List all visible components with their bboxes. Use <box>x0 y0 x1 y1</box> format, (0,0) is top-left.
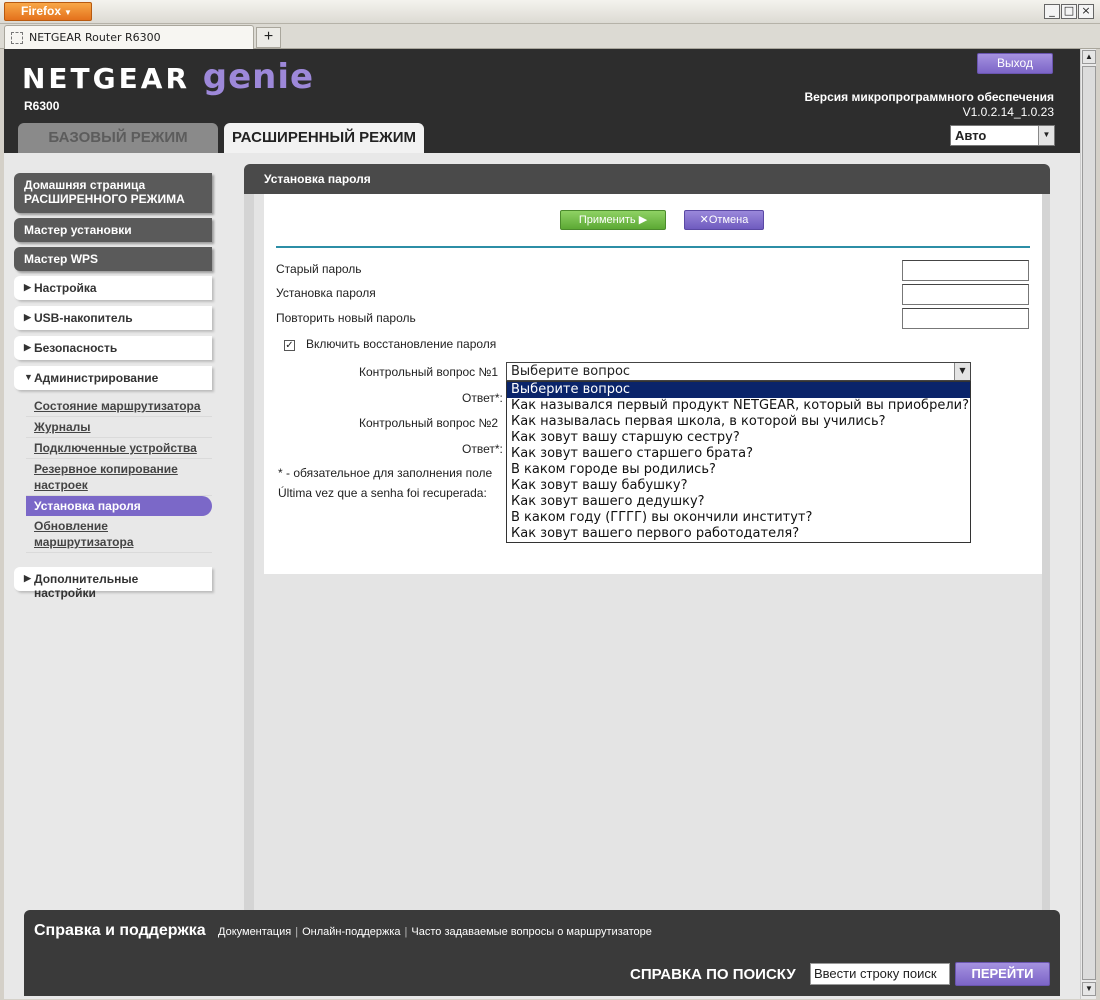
question1-select[interactable]: Выберите вопрос ▼ <box>506 362 971 381</box>
question1-dropdown-list: Выберите вопрос Как назывался первый про… <box>506 381 971 543</box>
submenu-logs[interactable]: Журналы <box>26 417 212 438</box>
scroll-down-icon[interactable]: ▼ <box>1082 982 1096 996</box>
netgear-genie-logo: NETGEAR genie <box>22 57 315 97</box>
question2-label: Контрольный вопрос №2 <box>359 416 499 430</box>
cancel-button[interactable]: ✕Отмена <box>684 210 764 230</box>
sidebar-item-administration[interactable]: ▼ Администрирование <box>14 366 212 390</box>
chevron-down-icon: ▼ <box>954 363 970 380</box>
admin-submenu: Состояние маршрутизатора Журналы Подключ… <box>26 396 212 553</box>
link-online-support[interactable]: Онлайн-поддержка <box>302 926 400 938</box>
dropdown-option[interactable]: В каком году (ГГГГ) вы окончили институт… <box>507 510 970 526</box>
close-icon[interactable]: × <box>1078 4 1094 19</box>
submenu-set-password[interactable]: Установка пароля <box>26 496 212 516</box>
tab-title: NETGEAR Router R6300 <box>29 31 161 44</box>
question1-label: Контрольный вопрос №1 <box>359 365 499 379</box>
new-tab-button[interactable]: + <box>256 27 281 48</box>
search-go-button[interactable]: ПЕРЕЙТИ <box>955 962 1050 986</box>
firmware-version: V1.0.2.14_1.0.23 <box>962 105 1054 119</box>
sidebar-item-usb[interactable]: ▶ USB-накопитель <box>14 306 212 330</box>
router-header: NETGEAR genie R6300 Выход Версия микропр… <box>4 49 1080 153</box>
submenu-router-update[interactable]: Обновление маршрутизатора <box>26 516 212 553</box>
sidebar-item-advanced-setup[interactable]: ▶ Дополнительные настройки <box>14 567 212 600</box>
help-title: Справка и поддержка <box>34 922 206 939</box>
last-recovered-label: Última vez que a senha foi recuperada: <box>278 486 487 500</box>
submenu-attached-devices[interactable]: Подключенные устройства <box>26 438 212 459</box>
answer2-label: Ответ*: <box>462 442 503 456</box>
sidebar-item-advanced-home[interactable]: Домашняя страница РАСШИРЕННОГО РЕЖИМА <box>14 173 212 213</box>
form-area: Применить ▶ ✕Отмена Старый пароль Устано… <box>264 194 1042 574</box>
dropdown-option[interactable]: В каком городе вы родились? <box>507 462 970 478</box>
sidebar-item-security[interactable]: ▶ Безопасность <box>14 336 212 360</box>
old-password-field[interactable] <box>902 260 1029 281</box>
router-model: R6300 <box>24 99 60 113</box>
firefox-menu-button[interactable]: Firefox ▼ <box>4 2 92 21</box>
answer1-label: Ответ*: <box>462 391 503 405</box>
dropdown-option[interactable]: Как называлась первая школа, в которой в… <box>507 414 970 430</box>
play-icon: ▶ <box>638 214 648 226</box>
chevron-down-icon: ▼ <box>64 8 72 17</box>
dropdown-option[interactable]: Как зовут вашего первого работодателя? <box>507 526 970 542</box>
triangle-right-icon: ▶ <box>24 312 31 322</box>
enable-recovery-label: Включить восстановление пароля <box>306 337 497 351</box>
new-password-label: Установка пароля <box>276 286 376 300</box>
close-icon: ✕ <box>699 214 709 226</box>
divider <box>276 246 1030 248</box>
submenu-router-status[interactable]: Состояние маршрутизатора <box>26 396 212 417</box>
vertical-scrollbar[interactable]: ▲ ▼ <box>1080 49 1096 999</box>
page-title: Установка пароля <box>244 164 1050 194</box>
sidebar: Домашняя страница РАСШИРЕННОГО РЕЖИМА Ма… <box>14 173 212 600</box>
minimize-icon[interactable]: _ <box>1044 4 1060 19</box>
checkmark-icon: ✓ <box>285 340 294 351</box>
maximize-icon[interactable]: □ <box>1061 4 1077 19</box>
tab-basic-mode[interactable]: БАЗОВЫЙ РЕЖИМ <box>18 123 218 153</box>
link-documentation[interactable]: Документация <box>218 926 291 938</box>
browser-tab[interactable]: NETGEAR Router R6300 <box>4 25 254 49</box>
new-password-field[interactable] <box>902 284 1029 305</box>
logout-button[interactable]: Выход <box>977 53 1053 74</box>
triangle-right-icon: ▶ <box>24 573 31 583</box>
apply-button[interactable]: Применить ▶ <box>560 210 666 230</box>
triangle-right-icon: ▶ <box>24 342 31 352</box>
required-note: * - обязательное для заполнения поле <box>278 466 493 480</box>
browser-tabbar: NETGEAR Router R6300 + <box>0 24 1100 49</box>
window-controls: _ □ × <box>1044 4 1094 19</box>
help-footer: Справка и поддержка Документация | Онлайн-… <box>24 910 1060 996</box>
scroll-up-icon[interactable]: ▲ <box>1082 50 1096 64</box>
repeat-password-field[interactable] <box>902 308 1029 329</box>
repeat-password-label: Повторить новый пароль <box>276 311 416 325</box>
dropdown-option[interactable]: Как зовут вашего старшего брата? <box>507 446 970 462</box>
help-links: Документация | Онлайн-поддержка | Часто зада… <box>218 926 652 938</box>
dropdown-option[interactable]: Как зовут вашу старшую сестру? <box>507 430 970 446</box>
sidebar-item-wps-wizard[interactable]: Мастер WPS <box>14 247 212 271</box>
dropdown-option[interactable]: Как зовут вашего дедушку? <box>507 494 970 510</box>
browser-titlebar: Firefox ▼ _ □ × <box>0 0 1100 24</box>
dropdown-option[interactable]: Как назывался первый продукт NETGEAR, ко… <box>507 398 970 414</box>
page-icon <box>11 32 23 44</box>
chevron-down-icon: ▼ <box>1038 126 1054 145</box>
old-password-label: Старый пароль <box>276 262 362 276</box>
dropdown-option[interactable]: Как зовут вашу бабушку? <box>507 478 970 494</box>
enable-recovery-checkbox[interactable]: ✓ <box>284 340 295 351</box>
language-select[interactable]: Авто ▼ <box>950 125 1055 146</box>
dropdown-option[interactable]: Выберите вопрос <box>507 382 970 398</box>
sidebar-item-setup[interactable]: ▶ Настройка <box>14 276 212 300</box>
sidebar-item-setup-wizard[interactable]: Мастер установки <box>14 218 212 242</box>
tab-advanced-mode[interactable]: РАСШИРЕННЫЙ РЕЖИМ <box>224 123 424 153</box>
firmware-label: Версия микропрограммного обеспечения <box>804 90 1054 104</box>
triangle-right-icon: ▶ <box>24 282 31 292</box>
submenu-backup-settings[interactable]: Резервное копирование настроек <box>26 459 212 496</box>
scroll-thumb[interactable] <box>1082 66 1096 980</box>
page-viewport: NETGEAR genie R6300 Выход Версия микропр… <box>4 49 1080 999</box>
search-input[interactable]: Ввести строку поиск <box>810 963 950 985</box>
link-faq[interactable]: Часто задаваемые вопросы о маршрутизатор… <box>411 926 652 938</box>
triangle-down-icon: ▼ <box>24 372 33 382</box>
search-label: СПРАВКА ПО ПОИСКУ <box>630 966 796 983</box>
content-panel: Применить ▶ ✕Отмена Старый пароль Устано… <box>244 194 1050 914</box>
